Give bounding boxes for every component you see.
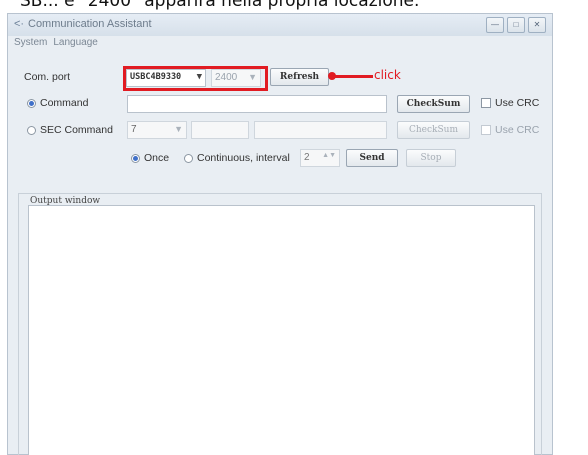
sec-command-field-2[interactable] [254, 121, 387, 139]
close-icon[interactable]: ✕ [528, 17, 546, 33]
once-radio[interactable] [131, 154, 140, 163]
sec-use-crc-label: Use CRC [495, 124, 540, 136]
app-icon: <· [14, 18, 25, 30]
use-crc-checkbox[interactable] [481, 98, 491, 108]
use-crc-label: Use CRC [495, 97, 540, 109]
command-radio[interactable] [27, 99, 36, 108]
sec-command-radio[interactable] [27, 126, 36, 135]
com-port-label: Com. port [24, 71, 71, 83]
menu-language[interactable]: Language [53, 36, 98, 52]
highlight-box [123, 66, 268, 91]
output-window[interactable] [28, 205, 535, 455]
window-controls: — □ ✕ [486, 17, 546, 33]
continuous-radio[interactable] [184, 154, 193, 163]
command-label: Command [40, 97, 89, 109]
stepper-arrows-icon: ▲▼ [322, 152, 336, 159]
chevron-down-icon: ▼ [174, 124, 183, 134]
stop-button[interactable]: Stop [406, 149, 456, 167]
maximize-icon[interactable]: □ [507, 17, 525, 33]
checksum-button[interactable]: CheckSum [397, 95, 470, 113]
click-annotation: click [374, 68, 401, 82]
interval-value: 2 [304, 152, 310, 163]
interval-stepper[interactable]: 2 ▲▼ [300, 149, 340, 167]
sec-command-value: 7 [131, 124, 137, 135]
sec-command-label: SEC Command [40, 124, 113, 136]
once-label: Once [144, 152, 170, 164]
menu-system[interactable]: System [14, 36, 47, 52]
sec-use-crc-checkbox[interactable] [481, 125, 491, 135]
sec-checksum-button[interactable]: CheckSum [397, 121, 470, 139]
menu-bar: System Language [8, 36, 552, 52]
send-button[interactable]: Send [346, 149, 398, 167]
title-bar: <· Communication Assistant — □ ✕ [8, 14, 552, 36]
instruction-caption: SB... e "2400" apparirà nella propria lo… [20, 0, 420, 11]
window-title: Communication Assistant [28, 18, 152, 30]
annotation-arrow [331, 75, 373, 78]
sec-command-field-1[interactable] [191, 121, 249, 139]
refresh-button[interactable]: Refresh [270, 68, 329, 86]
sec-command-select[interactable]: 7 ▼ [127, 121, 187, 139]
command-input[interactable] [127, 95, 387, 113]
minimize-icon[interactable]: — [486, 17, 504, 33]
continuous-label: Continuous, interval [197, 152, 290, 164]
